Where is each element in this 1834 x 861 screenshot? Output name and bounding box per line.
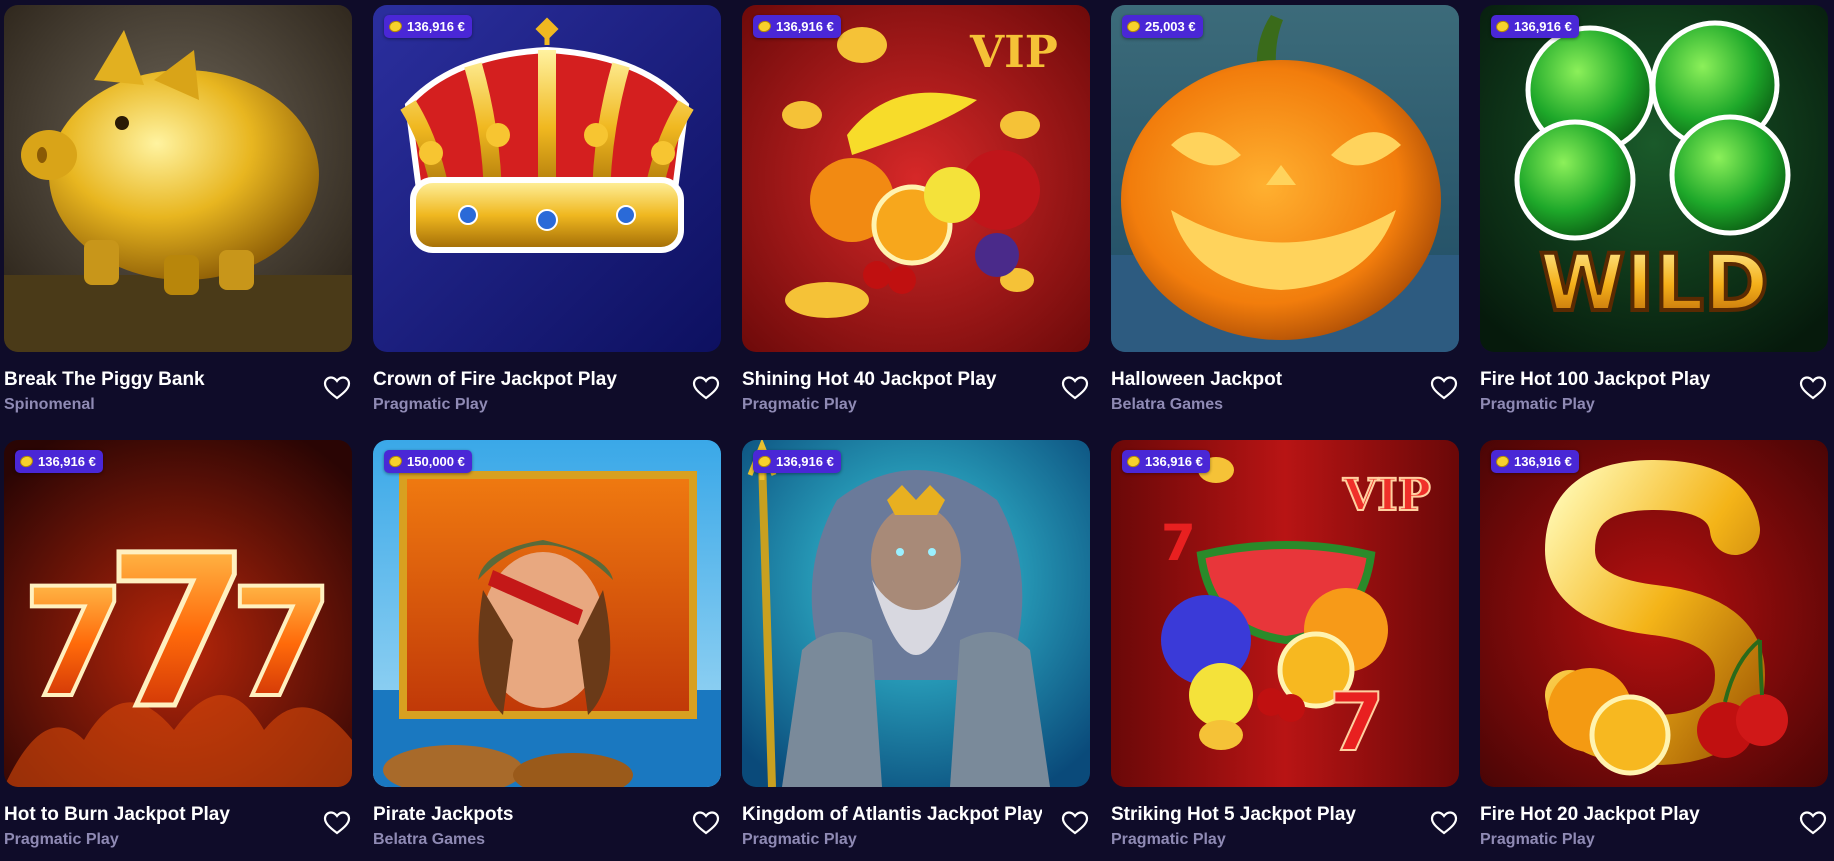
favorite-heart-icon[interactable] xyxy=(1799,810,1827,836)
coin-icon xyxy=(756,19,773,34)
game-provider[interactable]: Pragmatic Play xyxy=(742,831,857,849)
game-thumbnail[interactable]: 136,916 € xyxy=(1480,440,1828,787)
pirate-icon xyxy=(373,440,721,787)
game-card[interactable]: WILD 136,916 € Fire Hot 100 Jackpot Play… xyxy=(1480,5,1828,414)
game-card[interactable]: 136,916 € Fire Hot 20 Jackpot Play Pragm… xyxy=(1480,440,1828,849)
clover-wild-icon: WILD xyxy=(1480,5,1828,352)
poseidon-icon xyxy=(742,440,1090,787)
game-card[interactable]: VIP 7 7 136,916 € Striking Hot 5 Jackpot… xyxy=(1111,440,1459,849)
favorite-heart-icon[interactable] xyxy=(323,375,351,401)
coin-icon xyxy=(1494,454,1511,469)
game-title[interactable]: Kingdom of Atlantis Jackpot Play xyxy=(742,804,1042,826)
coin-icon xyxy=(18,454,35,469)
game-provider[interactable]: Pragmatic Play xyxy=(4,831,119,849)
fruits-vip-icon: VIP xyxy=(742,5,1090,352)
game-card[interactable]: 7 7 7 136,916 € Hot to Burn Jackpot Play… xyxy=(4,440,352,849)
game-title[interactable]: Halloween Jackpot xyxy=(1111,369,1411,391)
jackpot-badge: 136,916 € xyxy=(753,15,841,38)
svg-text:7: 7 xyxy=(1161,514,1196,572)
game-thumbnail[interactable]: 7 7 7 136,916 € xyxy=(4,440,352,787)
game-provider[interactable]: Pragmatic Play xyxy=(373,396,488,414)
favorite-heart-icon[interactable] xyxy=(1061,810,1089,836)
pumpkin-icon xyxy=(1111,5,1459,352)
coin-icon xyxy=(387,19,404,34)
coin-icon xyxy=(1125,454,1142,469)
jackpot-badge: 136,916 € xyxy=(1122,450,1210,473)
svg-text:WILD: WILD xyxy=(1539,239,1769,329)
game-title[interactable]: Striking Hot 5 Jackpot Play xyxy=(1111,804,1411,826)
game-title[interactable]: Hot to Burn Jackpot Play xyxy=(4,804,304,826)
game-thumbnail[interactable]: WILD 136,916 € xyxy=(1480,5,1828,352)
game-thumbnail[interactable]: VIP 136,916 € xyxy=(742,5,1090,352)
favorite-heart-icon[interactable] xyxy=(692,375,720,401)
game-grid: Break The Piggy Bank Spinomenal 136,916 xyxy=(4,5,1830,849)
game-title[interactable]: Fire Hot 100 Jackpot Play xyxy=(1480,369,1780,391)
favorite-heart-icon[interactable] xyxy=(1061,375,1089,401)
svg-text:VIP: VIP xyxy=(969,27,1058,78)
game-title[interactable]: Fire Hot 20 Jackpot Play xyxy=(1480,804,1780,826)
game-thumbnail[interactable] xyxy=(4,5,352,352)
coin-icon xyxy=(1494,19,1511,34)
game-card[interactable]: 136,916 € Kingdom of Atlantis Jackpot Pl… xyxy=(742,440,1090,849)
game-card[interactable]: 25,003 € Halloween Jackpot Belatra Games xyxy=(1111,5,1459,414)
jackpot-badge: 136,916 € xyxy=(384,15,472,38)
game-thumbnail[interactable]: 150,000 € xyxy=(373,440,721,787)
game-provider[interactable]: Spinomenal xyxy=(4,396,95,414)
piggy-icon xyxy=(4,5,352,352)
game-thumbnail[interactable]: 136,916 € xyxy=(373,5,721,352)
game-provider[interactable]: Pragmatic Play xyxy=(1480,396,1595,414)
favorite-heart-icon[interactable] xyxy=(1430,810,1458,836)
favorite-heart-icon[interactable] xyxy=(323,810,351,836)
jackpot-badge: 136,916 € xyxy=(753,450,841,473)
game-card[interactable]: Break The Piggy Bank Spinomenal xyxy=(4,5,352,414)
favorite-heart-icon[interactable] xyxy=(692,810,720,836)
jackpot-badge: 136,916 € xyxy=(15,450,103,473)
game-title[interactable]: Crown of Fire Jackpot Play xyxy=(373,369,673,391)
jackpot-badge: 136,916 € xyxy=(1491,450,1579,473)
sevens-icon: 7 7 7 xyxy=(4,440,352,787)
game-thumbnail[interactable]: VIP 7 7 136,916 € xyxy=(1111,440,1459,787)
game-provider[interactable]: Pragmatic Play xyxy=(742,396,857,414)
game-thumbnail[interactable]: 25,003 € xyxy=(1111,5,1459,352)
coin-icon xyxy=(1125,19,1142,34)
watermelon-vip-icon: VIP 7 7 xyxy=(1111,440,1459,787)
svg-text:7: 7 xyxy=(105,510,251,755)
jackpot-badge: 136,916 € xyxy=(1491,15,1579,38)
jackpot-badge: 25,003 € xyxy=(1122,15,1203,38)
game-card[interactable]: VIP 136,916 € Shining Hot 40 Jackpot Pla… xyxy=(742,5,1090,414)
game-title[interactable]: Shining Hot 40 Jackpot Play xyxy=(742,369,1042,391)
crown-icon xyxy=(373,5,721,352)
game-card[interactable]: 136,916 € Crown of Fire Jackpot Play Pra… xyxy=(373,5,721,414)
game-provider[interactable]: Belatra Games xyxy=(373,831,485,849)
game-title[interactable]: Pirate Jackpots xyxy=(373,804,673,826)
coin-icon xyxy=(756,454,773,469)
favorite-heart-icon[interactable] xyxy=(1799,375,1827,401)
game-provider[interactable]: Pragmatic Play xyxy=(1480,831,1595,849)
jackpot-badge: 150,000 € xyxy=(384,450,472,473)
game-provider[interactable]: Belatra Games xyxy=(1111,396,1223,414)
game-provider[interactable]: Pragmatic Play xyxy=(1111,831,1226,849)
svg-text:VIP: VIP xyxy=(1342,470,1431,521)
coin-icon xyxy=(387,454,404,469)
svg-text:7: 7 xyxy=(1329,676,1385,769)
favorite-heart-icon[interactable] xyxy=(1430,375,1458,401)
game-thumbnail[interactable]: 136,916 € xyxy=(742,440,1090,787)
game-title[interactable]: Break The Piggy Bank xyxy=(4,369,304,391)
dollar-icon xyxy=(1480,440,1828,787)
game-card[interactable]: 150,000 € Pirate Jackpots Belatra Games xyxy=(373,440,721,849)
